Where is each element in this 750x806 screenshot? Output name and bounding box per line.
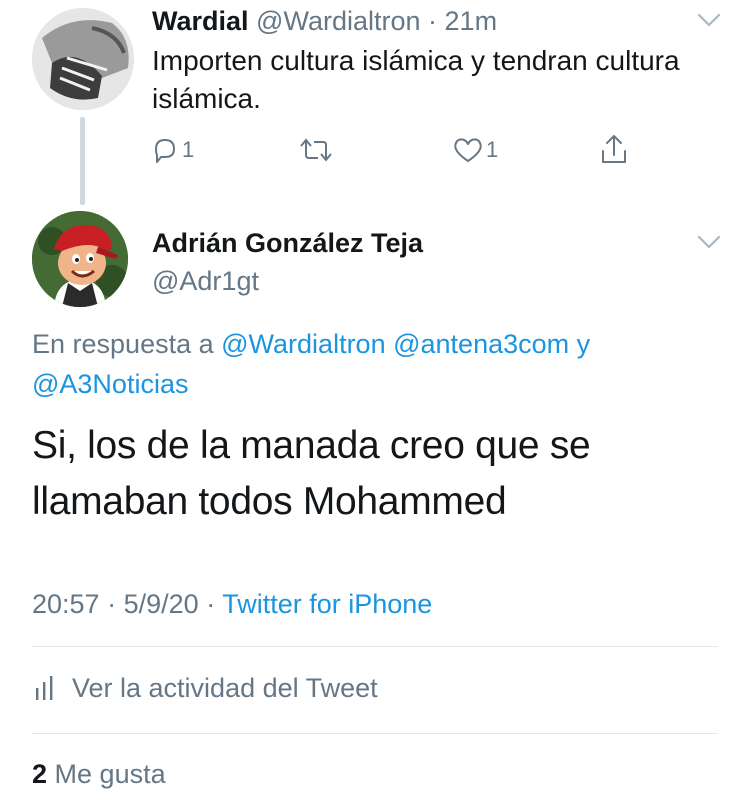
bar-chart-icon (36, 676, 53, 700)
likes-summary[interactable]: 2 Me gusta (32, 756, 166, 792)
reply-context: En respuesta a @Wardialtron @antena3com … (32, 324, 722, 404)
retweet-icon (300, 138, 332, 162)
reply-button[interactable]: 1 (150, 130, 194, 170)
tweet-meta: 20:57 · 5/9/20 · Twitter for iPhone (32, 586, 432, 622)
likes-count: 2 (32, 759, 48, 789)
avatar-image-icon (32, 211, 128, 307)
parent-avatar[interactable] (32, 8, 134, 110)
reply-prefix: En respuesta a (32, 329, 214, 359)
parent-handle[interactable]: @Wardialtron (256, 6, 420, 36)
divider (32, 733, 718, 734)
main-display-name[interactable]: Adrián González Teja (152, 226, 423, 260)
meta-separator: · (107, 589, 117, 619)
chevron-down-icon[interactable] (694, 232, 724, 252)
activity-label: Ver la actividad del Tweet (72, 673, 378, 703)
parent-tweet-header: Wardial @Wardialtron · 21m (152, 4, 497, 38)
tweet-activity-link[interactable]: Ver la actividad del Tweet (34, 670, 378, 706)
main-handle[interactable]: @Adr1gt (152, 264, 259, 298)
like-count: 1 (486, 137, 499, 162)
mention-joiner: y (576, 329, 591, 359)
parent-timestamp[interactable]: 21m (445, 6, 498, 36)
meta-separator: · (206, 589, 216, 619)
likes-label: Me gusta (54, 759, 166, 789)
heart-icon (454, 138, 482, 162)
tweet-action-bar: 1 1 (150, 130, 650, 170)
chevron-down-icon[interactable] (694, 10, 724, 30)
parent-tweet-text: Importen cultura islámica y tendran cult… (152, 45, 680, 114)
reply-count: 1 (182, 137, 195, 162)
divider (32, 646, 718, 647)
parent-display-name[interactable]: Wardial (152, 6, 249, 36)
mention-link[interactable]: @A3Noticias (32, 369, 188, 399)
retweet-button[interactable] (298, 130, 334, 170)
mention-link[interactable]: @Wardialtron (221, 329, 385, 359)
thread-connector-line (80, 117, 85, 205)
like-button[interactable]: 1 (452, 130, 498, 170)
reply-icon (155, 139, 175, 163)
tweet-time: 20:57 (32, 589, 100, 619)
tweet-source-link[interactable]: Twitter for iPhone (222, 589, 432, 619)
tweet-date: 5/9/20 (123, 589, 199, 619)
avatar-image-icon (32, 8, 134, 110)
share-button[interactable] (598, 130, 630, 170)
share-icon (602, 135, 626, 163)
parent-tweet[interactable]: Wardial @Wardialtron · 21m Importen cult… (0, 0, 750, 205)
header-separator: · (428, 6, 438, 36)
mention-link[interactable]: @antena3com (393, 329, 569, 359)
main-tweet-text: Si, los de la manada creo que se llamaba… (32, 424, 591, 523)
main-avatar[interactable] (32, 211, 128, 307)
